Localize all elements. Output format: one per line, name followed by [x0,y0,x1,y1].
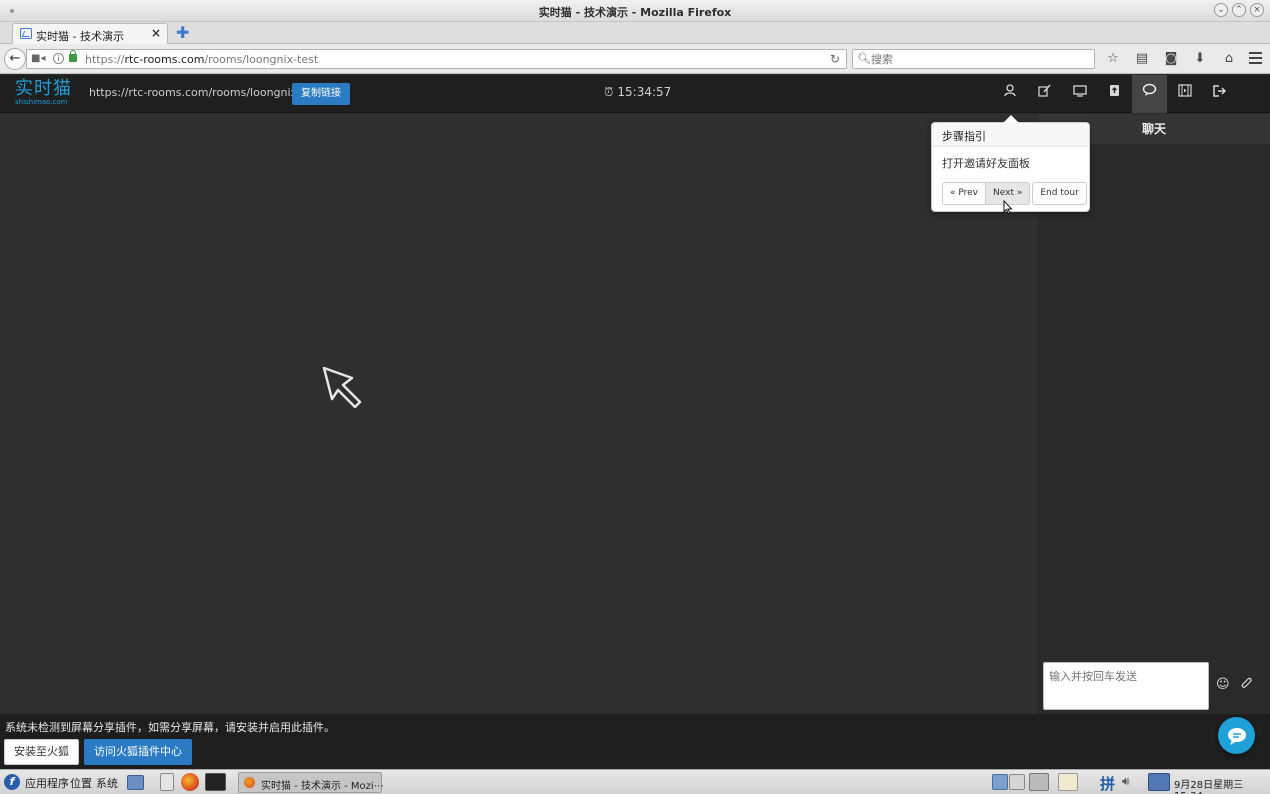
video-icon[interactable] [1167,75,1202,113]
tab-label: 实时猫 - 技术演示 [36,30,124,43]
search-input[interactable] [871,52,1081,66]
back-button[interactable]: ← [4,48,26,70]
terminal-icon[interactable] [205,773,226,791]
url-path: /rooms/loongnix-test [204,53,319,66]
plugin-notice-message: 系统未检测到屏幕分享插件，如需分享屏幕，请安装并启用此插件。 [5,721,335,734]
bookmark-star-icon[interactable]: ☆ [1103,50,1123,68]
session-clock: ⏰︎ 15:34:57 [604,85,671,100]
screenshot-icon[interactable] [1029,773,1049,791]
video-stage [0,114,1037,714]
volume-icon[interactable]: 🔊︎ [1122,774,1130,789]
room-toolbar [992,75,1237,113]
pointer-icon [322,366,362,411]
alarm-clock-icon: ⏰︎ [604,85,614,99]
copy-link-button[interactable]: 复制链接 [292,83,350,105]
logo-domain: shishimao.com [15,98,68,106]
visit-addons-center-button[interactable]: 访问火狐插件中心 [84,739,192,765]
attachment-icon[interactable] [1241,677,1253,694]
browser-toolbar-icons: ☆ ▤ ◙ ⬇ ⌂ [1103,50,1239,68]
maximize-button[interactable]: ⌃ [1232,3,1246,17]
app-header: 实时猫 shishimao.com https://rtc-rooms.com/… [0,75,1270,113]
url-bar[interactable]: ■◂ i https://rtc-rooms.com/rooms/loongni… [26,49,847,69]
invite-user-icon[interactable] [992,75,1027,113]
search-icon: 🔍︎ [857,52,871,65]
reload-icon[interactable]: ↻ [830,52,840,66]
taskbar-clock[interactable]: 9月28日星期三 15:34 [1174,776,1270,794]
notes-icon[interactable] [1058,773,1078,791]
clock-time: 15:34:57 [617,85,672,99]
tour-content: 打开邀请好友面板 [942,157,1030,170]
taskbar-window-label: 实时猫 - 技术演示 - Mozi⋯ [261,781,384,792]
emoji-icon[interactable]: ☺ [1216,677,1230,692]
url-scheme: https:// [85,53,125,66]
edit-icon[interactable] [1027,75,1062,113]
url-text[interactable]: https://rtc-rooms.com/rooms/loongnix-tes… [85,53,318,66]
install-firefox-plugin-button[interactable]: 安装至火狐 [4,739,79,765]
window-title: 实时猫 - 技术演示 - Mozilla Firefox [538,6,732,19]
exit-icon[interactable] [1202,75,1237,113]
plugin-notice-bar: 系统未检测到屏幕分享插件，如需分享屏幕，请安装并启用此插件。 安装至火狐 访问火… [0,714,1270,769]
network-icon[interactable] [1148,773,1170,791]
logo-text: 实时猫 [15,78,72,99]
lock-icon [69,50,77,62]
places-menu[interactable]: 位置 [70,775,92,791]
download-icon[interactable]: ⬇ [1190,50,1210,68]
tour-navigation: « Prev Next » End tour [942,182,1087,205]
workspace-2-icon[interactable] [1009,774,1025,790]
browser-tab[interactable]: 实时猫 - 技术演示 × [12,23,168,44]
navigation-bar: ← ■◂ i https://rtc-rooms.com/rooms/loong… [0,44,1270,74]
home-icon[interactable]: ⌂ [1219,50,1239,68]
new-tab-button[interactable]: ✚ [176,25,189,41]
tab-favicon-icon [20,28,32,39]
hamburger-menu-icon[interactable] [1249,52,1262,64]
text-editor-icon[interactable] [160,773,174,791]
minimize-button[interactable]: ⌄ [1214,3,1228,17]
reading-list-icon[interactable]: ▤ [1132,50,1152,68]
mouse-cursor-icon [1003,199,1013,218]
desktop-taskbar: f 应用程序 位置 系统 实时猫 - 技术演示 - Mozi⋯ 拼 🔊︎ 9月2… [0,769,1270,794]
file-manager-icon[interactable] [127,775,144,790]
system-menu[interactable]: 系统 [96,775,118,791]
search-bar[interactable]: 🔍︎ [852,49,1095,69]
chat-bubble-button[interactable] [1218,717,1255,754]
taskbar-window-firefox[interactable]: 实时猫 - 技术演示 - Mozi⋯ [238,772,384,793]
firefox-icon [244,777,255,788]
firefox-launcher-icon[interactable] [181,773,199,791]
window-controls: ⌄ ⌃ × [1214,3,1264,17]
chat-message-input[interactable] [1043,662,1209,710]
close-window-button[interactable]: × [1250,3,1264,17]
distro-logo-icon[interactable]: f [4,774,20,790]
input-method-indicator[interactable]: 拼 [1100,773,1115,794]
workspace-1-icon[interactable] [992,774,1008,790]
site-info-icon[interactable]: i [53,53,64,64]
pocket-icon[interactable]: ◙ [1161,50,1181,68]
chat-icon[interactable] [1132,75,1167,113]
screen-share-icon[interactable] [1062,75,1097,113]
tour-prev-button[interactable]: « Prev [942,182,987,205]
applications-menu[interactable]: 应用程序 [25,775,69,791]
app-logo[interactable]: 实时猫 shishimao.com [15,78,72,106]
window-titlebar: 实时猫 - 技术演示 - Mozilla Firefox ⌄ ⌃ × [0,0,1270,22]
url-host: rtc-rooms.com [124,53,205,66]
tab-close-icon[interactable]: × [151,26,161,40]
tour-end-button[interactable]: End tour [1032,182,1087,205]
tab-strip: 实时猫 - 技术演示 × ✚ [0,22,1270,44]
tour-title: 步骤指引 [932,123,1089,147]
room-url: https://rtc-rooms.com/rooms/loongnix-tes… [89,86,323,99]
camera-icon[interactable]: ■◂ [31,53,45,64]
upload-icon[interactable] [1097,75,1132,113]
tour-popover: 步骤指引 打开邀请好友面板 « Prev Next » End tour [931,115,1090,212]
